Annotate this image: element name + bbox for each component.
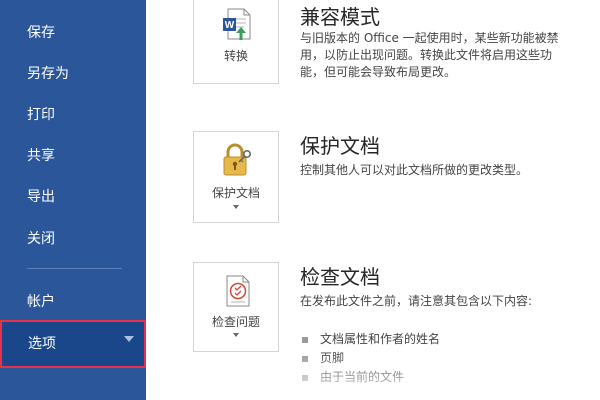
compat-mode-title: 兼容模式	[300, 5, 380, 29]
protect-document-title: 保护文档	[300, 134, 380, 158]
chevron-down-icon	[233, 205, 239, 209]
convert-button-label: 转换	[223, 49, 248, 63]
check-for-issues-button[interactable]: 检查问题	[193, 262, 279, 352]
compat-mode-description: 与旧版本的 Office 一起使用时，某些新功能被禁用，以防止出现问题。转换此文…	[300, 31, 559, 79]
sidebar-item-share[interactable]: 共享	[0, 139, 146, 173]
inspect-document-title: 检查文档	[300, 265, 380, 289]
list-item-text: 页脚	[320, 351, 345, 365]
sidebar-item-save[interactable]: 保存	[0, 16, 146, 50]
bullet-icon	[302, 337, 308, 343]
backstage-view: 保存 另存为 打印 共享 导出 关闭 帐户 选项 W 转换 兼容模式 与旧版本的…	[0, 0, 600, 400]
sidebar-item-account[interactable]: 帐户	[0, 285, 146, 319]
sidebar-item-export[interactable]: 导出	[0, 180, 146, 214]
protect-document-button[interactable]: 保护文档	[193, 131, 279, 223]
list-item-text: 由于当前的文件	[320, 370, 405, 384]
bullet-icon	[302, 356, 308, 362]
convert-button[interactable]: W 转换	[193, 0, 279, 84]
sidebar-item-options-label: 选项	[28, 336, 56, 352]
check-for-issues-button-label: 检查问题	[211, 315, 260, 329]
sidebar-divider	[27, 268, 122, 269]
sidebar-item-save-as[interactable]: 另存为	[0, 57, 146, 91]
svg-text:W: W	[225, 20, 235, 31]
bullet-icon	[302, 375, 308, 381]
word-convert-icon: W	[223, 8, 251, 40]
inspect-items-list: 文档属性和作者的姓名 页脚 由于当前的文件	[300, 330, 580, 387]
list-item: 由于当前的文件	[300, 368, 580, 387]
sidebar-item-print[interactable]: 打印	[0, 98, 146, 132]
sidebar-item-close[interactable]: 关闭	[0, 222, 146, 256]
inspect-document-description: 在发布此文件之前，请注意其包含以下内容:	[300, 294, 533, 308]
list-item-text: 文档属性和作者的姓名	[320, 332, 441, 346]
info-panel: W 转换 兼容模式 与旧版本的 Office 一起使用时，某些新功能被禁用，以防…	[146, 0, 600, 400]
protect-document-button-label: 保护文档	[211, 186, 260, 200]
lock-key-icon	[223, 143, 251, 176]
chevron-down-icon	[124, 336, 134, 342]
sidebar-item-options[interactable]: 选项	[0, 320, 146, 368]
chevron-down-icon	[233, 333, 239, 337]
backstage-sidebar: 保存 另存为 打印 共享 导出 关闭 帐户 选项	[0, 0, 146, 400]
protect-document-description: 控制其他人可以对此文档所做的更改类型。	[300, 163, 529, 177]
document-checklist-icon	[226, 275, 250, 307]
list-item: 文档属性和作者的姓名	[300, 330, 580, 349]
list-item: 页脚	[300, 349, 580, 368]
